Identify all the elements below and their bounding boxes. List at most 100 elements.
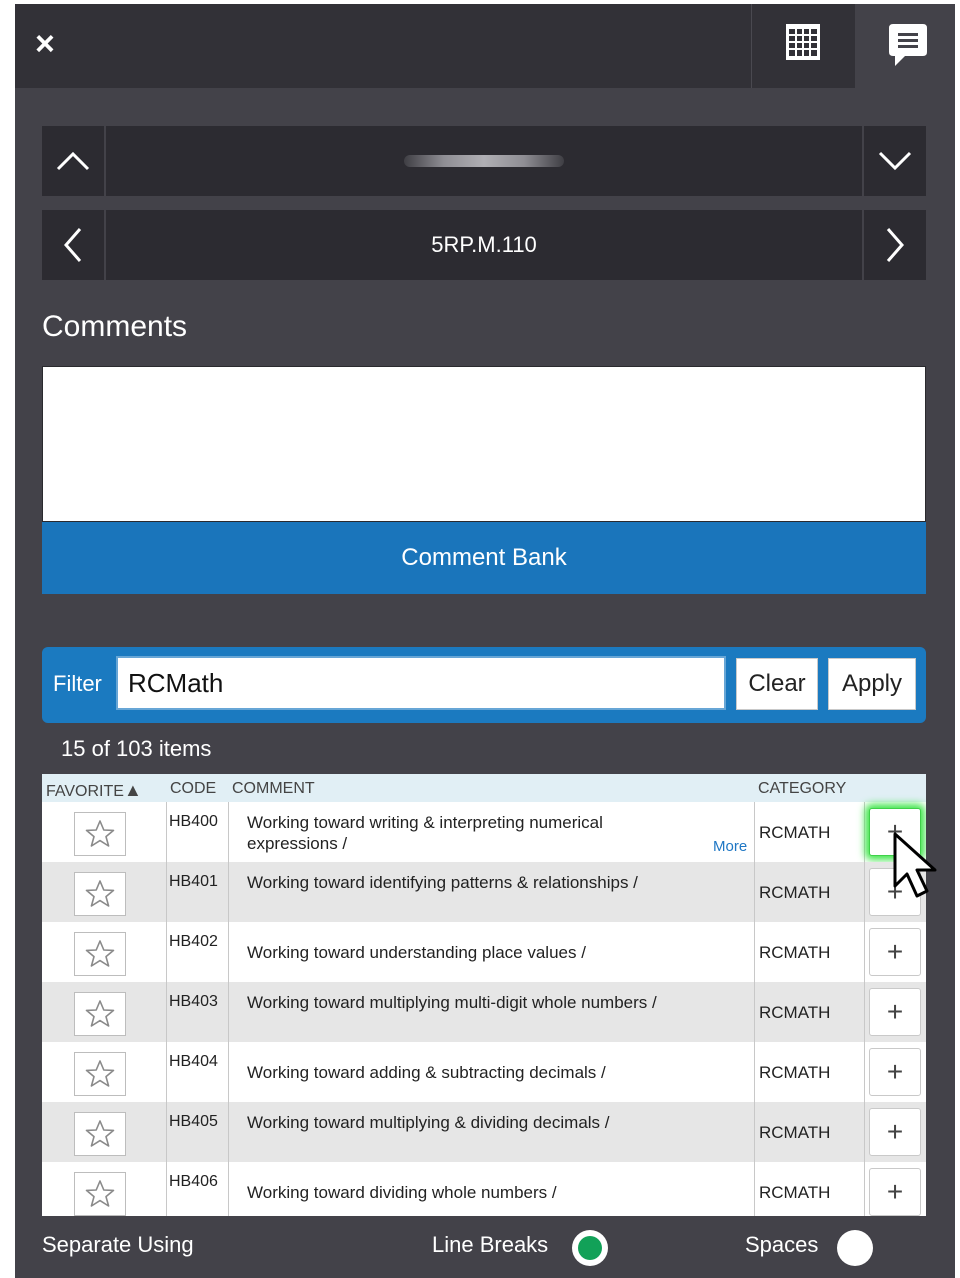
- plus-icon: +: [886, 996, 904, 1027]
- star-outline-icon: [85, 880, 115, 907]
- comments-panel-button[interactable]: [855, 4, 955, 88]
- add-comment-button[interactable]: +: [869, 928, 921, 976]
- filter-label: Filter: [53, 671, 102, 696]
- table-row: HB406 Working toward dividing whole numbe…: [42, 1162, 926, 1216]
- comment-bubble-icon: [889, 24, 927, 66]
- spaces-label: Spaces: [745, 1232, 819, 1257]
- column-divider: [754, 862, 755, 922]
- comment-bank-table: FAVORITE▲ CODE COMMENT CATEGORY HB400 Wor…: [42, 774, 926, 1216]
- section-code: 5RP.M.110: [431, 232, 537, 257]
- comment-code: HB403: [169, 993, 218, 1010]
- column-divider: [228, 802, 229, 862]
- add-comment-button[interactable]: +: [869, 988, 921, 1036]
- column-divider: [228, 922, 229, 982]
- column-divider: [228, 982, 229, 1042]
- comment-text: Working toward dividing whole numbers /: [247, 1183, 557, 1202]
- comment-category: RCMATH: [759, 823, 831, 842]
- comment-category: RCMATH: [759, 1123, 831, 1142]
- close-button[interactable]: ×: [35, 24, 65, 64]
- chevron-down-icon: [878, 151, 912, 171]
- more-link[interactable]: More: [713, 838, 747, 855]
- star-outline-icon: [85, 820, 115, 847]
- column-divider: [166, 982, 167, 1042]
- plus-icon: +: [886, 1056, 904, 1087]
- column-divider: [864, 1102, 865, 1162]
- column-divider: [754, 1162, 755, 1216]
- star-outline-icon: [85, 1120, 115, 1147]
- mouse-pointer-icon: [893, 832, 937, 898]
- comment-text: Working toward multiplying multi-digit w…: [247, 993, 657, 1012]
- next-student-button[interactable]: [862, 126, 926, 196]
- line-breaks-radio[interactable]: [572, 1230, 608, 1266]
- column-divider: [754, 922, 755, 982]
- comment-category: RCMATH: [759, 943, 831, 962]
- spaces-radio[interactable]: [837, 1230, 873, 1266]
- comment-category: RCMATH: [759, 1003, 831, 1022]
- redacted-student-name: [404, 155, 564, 167]
- comment-category: RCMATH: [759, 883, 831, 902]
- plus-icon: +: [886, 1176, 904, 1207]
- favorite-toggle[interactable]: [74, 872, 126, 916]
- favorite-toggle[interactable]: [74, 1112, 126, 1156]
- column-divider: [754, 1102, 755, 1162]
- column-divider: [864, 1042, 865, 1102]
- add-comment-button[interactable]: +: [869, 1108, 921, 1156]
- comment-code: HB406: [169, 1173, 218, 1190]
- column-divider: [864, 982, 865, 1042]
- column-divider: [228, 1042, 229, 1102]
- next-section-button[interactable]: [862, 210, 926, 280]
- table-row: HB401 Working toward identifying patterns…: [42, 862, 926, 922]
- comment-code: HB402: [169, 933, 218, 950]
- column-divider: [166, 922, 167, 982]
- student-name: [106, 126, 862, 196]
- top-toolbar: ×: [15, 4, 955, 88]
- star-outline-icon: [85, 1060, 115, 1087]
- favorite-toggle[interactable]: [74, 1172, 126, 1216]
- comment-editor-panel: × 5RP.M.110 Comments Comment Bank Filter…: [15, 4, 955, 1278]
- filter-input[interactable]: RCMath: [116, 656, 726, 710]
- add-comment-button[interactable]: +: [869, 1168, 921, 1216]
- grid-view-button[interactable]: [751, 4, 855, 88]
- column-divider: [864, 862, 865, 922]
- plus-icon: +: [886, 936, 904, 967]
- column-divider: [166, 1042, 167, 1102]
- column-divider: [166, 862, 167, 922]
- favorite-column-header[interactable]: FAVORITE▲: [46, 780, 142, 801]
- sort-ascending-icon: ▲: [123, 780, 142, 800]
- column-divider: [228, 862, 229, 922]
- clear-button[interactable]: Clear: [736, 658, 818, 710]
- favorite-toggle[interactable]: [74, 992, 126, 1036]
- previous-student-button[interactable]: [42, 126, 106, 196]
- comment-text: Working toward writing & interpreting nu…: [247, 813, 603, 853]
- section-navigator: 5RP.M.110: [42, 210, 926, 280]
- chevron-right-icon: [886, 228, 904, 262]
- column-divider: [754, 1042, 755, 1102]
- chevron-up-icon: [56, 151, 90, 171]
- column-divider: [864, 1162, 865, 1216]
- table-row: HB400 Working toward writing & interpreti…: [42, 802, 926, 862]
- comment-code: HB405: [169, 1113, 218, 1130]
- favorite-toggle[interactable]: [74, 1052, 126, 1096]
- comment-code: HB401: [169, 873, 218, 890]
- chevron-left-icon: [64, 228, 82, 262]
- table-row: HB404 Working toward adding & subtracting…: [42, 1042, 926, 1102]
- column-divider: [228, 1162, 229, 1216]
- table-row: HB403 Working toward multiplying multi-di…: [42, 982, 926, 1042]
- comment-textarea[interactable]: [42, 366, 926, 522]
- code-column-header[interactable]: CODE: [170, 780, 216, 798]
- comments-heading: Comments: [42, 310, 188, 343]
- add-comment-button[interactable]: +: [869, 1048, 921, 1096]
- filter-bar: Filter RCMath Clear Apply: [42, 647, 926, 723]
- favorite-toggle[interactable]: [74, 812, 126, 856]
- favorite-toggle[interactable]: [74, 932, 126, 976]
- comment-column-header[interactable]: COMMENT: [232, 780, 315, 798]
- comment-code: HB404: [169, 1053, 218, 1070]
- star-outline-icon: [85, 1180, 115, 1207]
- previous-section-button[interactable]: [42, 210, 106, 280]
- comment-bank-button[interactable]: Comment Bank: [42, 522, 926, 594]
- category-column-header[interactable]: CATEGORY: [758, 780, 846, 798]
- column-divider: [166, 1102, 167, 1162]
- apply-button[interactable]: Apply: [828, 658, 916, 710]
- line-breaks-label: Line Breaks: [432, 1232, 549, 1257]
- star-outline-icon: [85, 1000, 115, 1027]
